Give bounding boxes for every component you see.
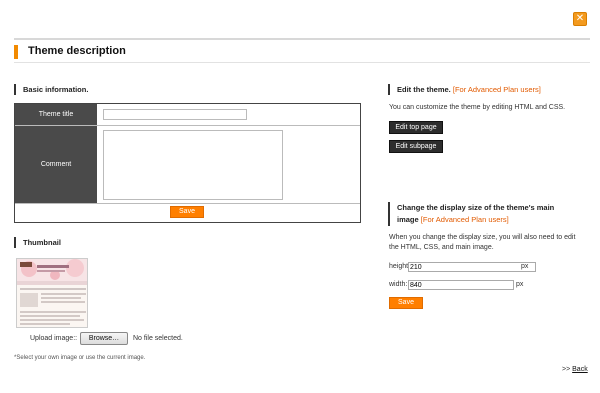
comment-row: Comment [15,126,360,204]
comment-label: Comment [15,126,97,203]
dialog-header: Theme description [14,38,590,63]
back-link[interactable]: >> Back [562,366,588,373]
display-size-desc-line2: the HTML, CSS, and main image. [389,244,494,251]
edit-top-page-button[interactable]: Edit top page [389,121,443,134]
theme-title-row: Theme title [15,104,360,126]
display-size-heading-line2: image [397,215,419,224]
header-accent-bar [14,45,18,59]
display-size-desc-line1: When you change the display size, you wi… [389,234,576,241]
height-unit: px [521,263,529,270]
edit-theme-heading-text: Edit the theme. [397,85,451,94]
theme-title-label: Theme title [15,104,97,125]
edit-theme-heading: Edit the theme. [For Advanced Plan users… [388,84,541,95]
basic-save-button[interactable]: Save [170,206,204,218]
comment-textarea[interactable] [103,130,283,200]
display-size-heading: Change the display size of the theme's m… [388,202,554,226]
browse-button[interactable]: Browse… [80,332,128,345]
height-input[interactable] [408,262,536,272]
edit-theme-plan-tag: [For Advanced Plan users] [452,85,541,94]
thumbnail-image [16,258,88,328]
edit-subpage-button[interactable]: Edit subpage [389,140,443,153]
page-title: Theme description [28,45,126,57]
display-size-save-button[interactable]: Save [389,297,423,309]
display-size-heading-line1: Change the display size of the theme's m… [397,203,555,212]
file-status-text: No file selected. [133,335,183,342]
back-label[interactable]: Back [572,366,588,373]
close-icon[interactable]: ✕ [573,12,587,26]
basic-info-heading: Basic information. [14,84,88,95]
width-label: width: [389,281,408,288]
height-label: height: [389,263,411,270]
thumbnail-heading: Thumbnail [14,237,61,248]
display-size-plan-tag: [For Advanced Plan users] [420,215,509,224]
upload-image-label: Upload image:: [30,335,78,342]
thumbnail-note: *Select your own image or use the curren… [14,355,146,361]
theme-title-input[interactable] [103,109,247,120]
edit-theme-description: You can customize the theme by editing H… [389,104,566,111]
thumbnail-preview-graphic [17,259,87,325]
width-unit: px [516,281,524,288]
back-prefix: >> [562,366,571,373]
basic-info-table: Theme title Comment Save [14,103,361,223]
width-input[interactable] [408,280,514,290]
